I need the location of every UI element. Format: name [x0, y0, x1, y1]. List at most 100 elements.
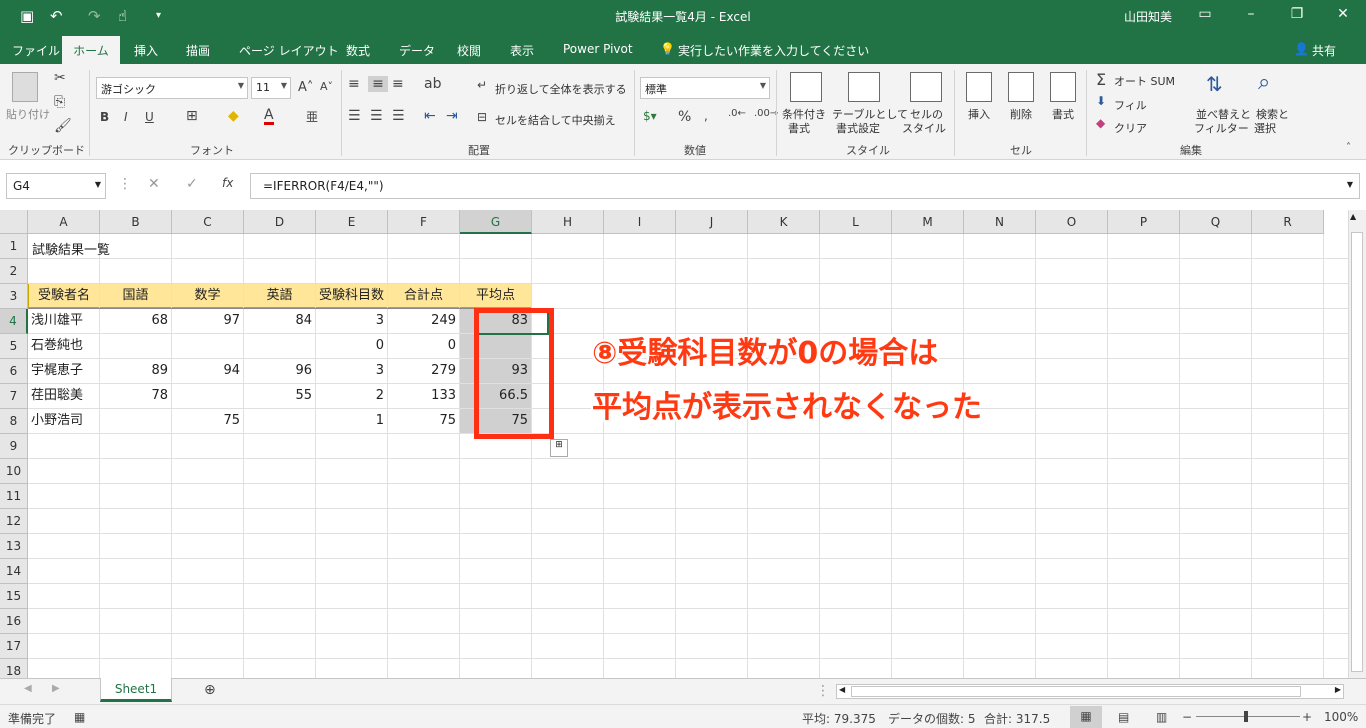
- conditional-formatting-line2[interactable]: 書式: [788, 120, 810, 136]
- wrap-text-button[interactable]: 折り返して全体を表示する: [495, 81, 627, 97]
- merge-center-button[interactable]: セルを結合して中央揃え: [495, 112, 616, 128]
- tab-review[interactable]: 校閲: [457, 42, 481, 59]
- table-cell[interactable]: [100, 409, 171, 433]
- tab-data[interactable]: データ: [399, 42, 435, 59]
- fill-color-icon[interactable]: ◆: [228, 108, 239, 124]
- italic-icon[interactable]: I: [124, 110, 128, 124]
- sheet-tab-sheet1[interactable]: Sheet1: [100, 678, 172, 702]
- column-header[interactable]: B: [100, 210, 172, 234]
- page-layout-view-icon[interactable]: ▤: [1118, 710, 1129, 724]
- cell-styles-line2[interactable]: スタイル: [902, 120, 946, 136]
- tab-page-layout[interactable]: ページ レイアウト: [239, 42, 339, 59]
- tab-insert[interactable]: 挿入: [134, 42, 158, 59]
- underline-icon[interactable]: U: [145, 110, 154, 124]
- paste-icon[interactable]: [12, 72, 38, 102]
- table-cell[interactable]: 279: [388, 359, 459, 383]
- column-header[interactable]: N: [964, 210, 1036, 234]
- table-header-cell[interactable]: 国語: [100, 284, 171, 308]
- table-cell[interactable]: 94: [172, 359, 243, 383]
- decrease-decimal-icon[interactable]: .00→: [754, 108, 778, 119]
- autosum-button[interactable]: オート SUM: [1114, 73, 1175, 89]
- row-header[interactable]: 14: [0, 559, 28, 584]
- new-sheet-icon[interactable]: ⊕: [204, 682, 216, 698]
- table-cell[interactable]: 55: [244, 384, 315, 408]
- name-box-dropdown-icon[interactable]: ▼: [95, 180, 101, 189]
- restore-icon[interactable]: ❐: [1282, 6, 1312, 22]
- name-cell[interactable]: 石巻純也: [28, 334, 99, 358]
- row-header[interactable]: 1: [0, 234, 28, 259]
- format-as-table-line2[interactable]: 書式設定: [836, 120, 880, 136]
- close-icon[interactable]: ✕: [1328, 6, 1358, 22]
- column-header[interactable]: F: [388, 210, 460, 234]
- table-header-cell[interactable]: 平均点: [460, 284, 531, 308]
- table-cell[interactable]: 68: [100, 309, 171, 333]
- column-header[interactable]: J: [676, 210, 748, 234]
- table-cell[interactable]: 78: [100, 384, 171, 408]
- column-header[interactable]: Q: [1180, 210, 1252, 234]
- format-as-table-icon[interactable]: [848, 72, 880, 102]
- row-header[interactable]: 18: [0, 659, 28, 678]
- table-cell[interactable]: 249: [388, 309, 459, 333]
- normal-view-icon[interactable]: ▦: [1070, 706, 1102, 728]
- increase-decimal-icon[interactable]: .0←: [728, 108, 746, 119]
- row-header[interactable]: 6: [0, 359, 28, 384]
- table-cell[interactable]: 133: [388, 384, 459, 408]
- find-select-line2[interactable]: 選択: [1254, 120, 1276, 136]
- name-cell[interactable]: 浅川雄平: [28, 309, 99, 333]
- column-header[interactable]: K: [748, 210, 820, 234]
- wrap-text-icon[interactable]: ↵: [477, 78, 487, 92]
- clear-button[interactable]: クリア: [1114, 120, 1147, 136]
- increase-indent-icon[interactable]: ⇥: [446, 108, 458, 124]
- horizontal-scroll-thumb[interactable]: [851, 686, 1301, 697]
- copy-icon[interactable]: ⎘: [54, 94, 65, 110]
- table-cell[interactable]: 97: [172, 309, 243, 333]
- format-painter-icon[interactable]: 🖌: [54, 118, 72, 134]
- table-cell[interactable]: 2: [316, 384, 387, 408]
- table-cell[interactable]: [172, 384, 243, 408]
- orientation-icon[interactable]: ab: [424, 76, 441, 92]
- ribbon-display-icon[interactable]: ▭: [1190, 6, 1220, 22]
- tab-file[interactable]: ファイル: [12, 42, 60, 59]
- table-cell[interactable]: [244, 409, 315, 433]
- scroll-left-icon[interactable]: ◀: [839, 685, 845, 694]
- table-cell[interactable]: 84: [244, 309, 315, 333]
- row-header[interactable]: 17: [0, 634, 28, 659]
- column-header[interactable]: O: [1036, 210, 1108, 234]
- vertical-scroll-thumb[interactable]: [1351, 232, 1363, 672]
- column-header[interactable]: P: [1108, 210, 1180, 234]
- row-header[interactable]: 4: [0, 309, 28, 334]
- table-cell[interactable]: 1: [316, 409, 387, 433]
- row-header[interactable]: 15: [0, 584, 28, 609]
- column-header[interactable]: I: [604, 210, 676, 234]
- align-top-icon[interactable]: ≡: [348, 76, 360, 92]
- confirm-entry-icon[interactable]: ✓: [186, 176, 198, 192]
- zoom-in-icon[interactable]: +: [1302, 710, 1312, 724]
- table-cell[interactable]: 3: [316, 359, 387, 383]
- row-header[interactable]: 13: [0, 534, 28, 559]
- row-header[interactable]: 11: [0, 484, 28, 509]
- bold-icon[interactable]: B: [100, 110, 109, 124]
- zoom-level[interactable]: 100%: [1324, 710, 1358, 724]
- table-cell[interactable]: [244, 334, 315, 358]
- formula-input[interactable]: =IFERROR(F4/E4,"") ▼: [250, 173, 1360, 199]
- table-cell[interactable]: 3: [316, 309, 387, 333]
- name-cell[interactable]: 小野浩司: [28, 409, 99, 433]
- table-cell[interactable]: 75: [172, 409, 243, 433]
- row-header[interactable]: 12: [0, 509, 28, 534]
- decrease-indent-icon[interactable]: ⇤: [424, 108, 436, 124]
- select-all-corner[interactable]: [0, 210, 28, 234]
- row-header[interactable]: 9: [0, 434, 28, 459]
- paste-button[interactable]: 貼り付け: [6, 106, 50, 122]
- font-shrink-icon[interactable]: A˅: [320, 80, 333, 93]
- column-header[interactable]: E: [316, 210, 388, 234]
- worksheet-grid[interactable]: ABCDEFGHIJKLMNOPQR 1 2 3 4 5 6 7 8 9 10 11 12 13 14 15…: [0, 210, 1348, 678]
- column-header[interactable]: M: [892, 210, 964, 234]
- row-header[interactable]: 10: [0, 459, 28, 484]
- status-average[interactable]: 平均: 79.375: [802, 710, 876, 727]
- align-right-icon[interactable]: ☰: [392, 108, 405, 124]
- tab-home[interactable]: ホーム: [62, 36, 120, 64]
- user-name[interactable]: 山田知美: [1124, 8, 1172, 25]
- cut-icon[interactable]: ✂: [54, 70, 66, 86]
- scroll-right-icon[interactable]: ▶: [1335, 685, 1341, 694]
- quick-analysis-icon[interactable]: ⊞: [550, 439, 568, 457]
